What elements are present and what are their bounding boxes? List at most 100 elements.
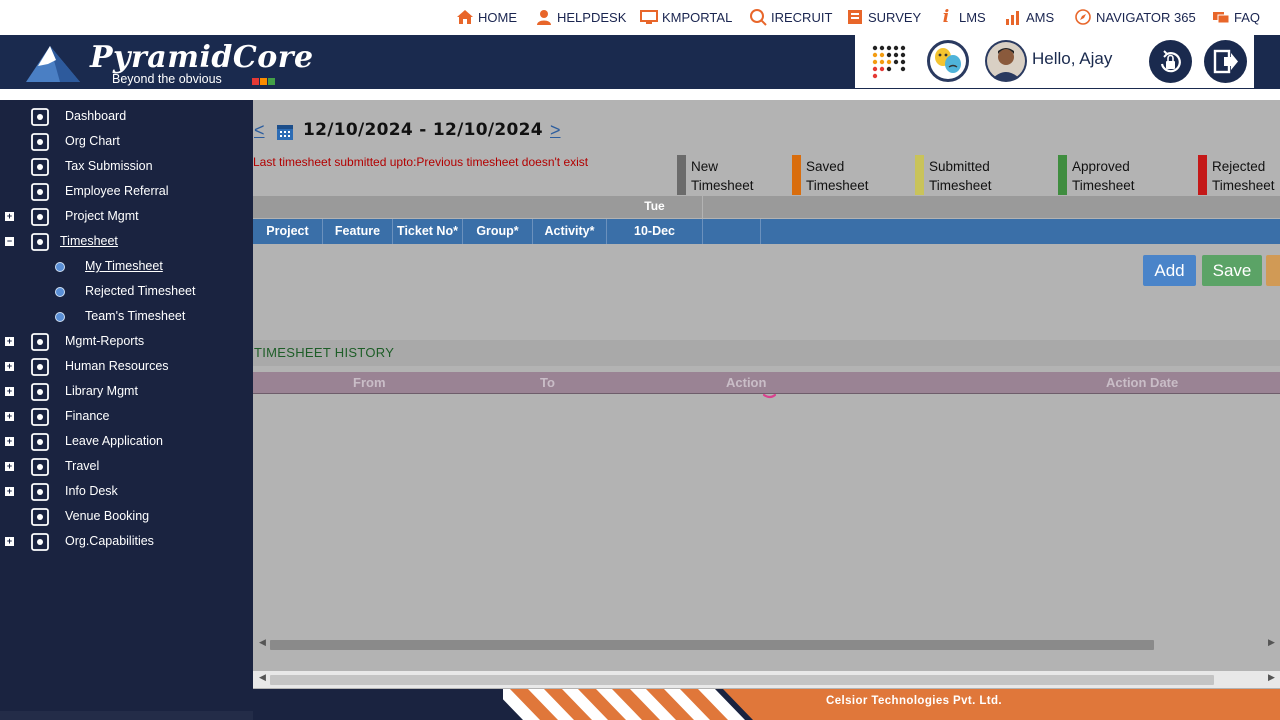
expand-icon[interactable]: + <box>5 387 14 396</box>
legend-label-line2: Timesheet <box>1072 178 1135 193</box>
sidebar-item-leave-application[interactable]: + Leave Application <box>0 430 253 454</box>
nav-home[interactable]: HOME <box>456 6 517 28</box>
expand-icon[interactable]: + <box>5 362 14 371</box>
timesheet-column-header: Project Feature Ticket No* Group* Activity* 1… <box>253 219 1280 244</box>
sidebar-item-org-chart[interactable]: Org Chart <box>0 130 253 154</box>
add-button[interactable]: Add <box>1143 255 1196 286</box>
sidebar-item-org-capabilities[interactable]: + Org.Capabilities <box>0 530 253 554</box>
nav-kmportal[interactable]: KMPORTAL <box>640 6 732 28</box>
expand-icon[interactable]: + <box>5 537 14 546</box>
change-password-button[interactable] <box>1149 40 1192 83</box>
sidebar-footer <box>0 711 253 720</box>
sidebar-item-tax-submission[interactable]: Tax Submission <box>0 155 253 179</box>
legend-label-line1: Approved <box>1072 159 1130 174</box>
column-header-10-dec[interactable]: 10-Dec <box>607 219 703 244</box>
calendar-icon[interactable] <box>276 122 294 146</box>
sidebar-subitem-my-timesheet[interactable]: My Timesheet <box>0 255 253 279</box>
logout-button[interactable] <box>1204 40 1247 83</box>
header-spacer <box>0 89 1280 100</box>
nav-helpdesk-label: HELPDESK <box>557 9 627 25</box>
logo-text: PyramidCore <box>90 40 314 75</box>
bullet-icon <box>55 262 65 272</box>
sidebar-item-project-mgmt[interactable]: + Project Mgmt <box>0 205 253 229</box>
legend-label-line1: Rejected <box>1212 159 1266 174</box>
history-column-to[interactable]: To <box>540 372 555 394</box>
timesheet-icon <box>29 232 51 252</box>
tax-icon <box>29 157 51 177</box>
lock-refresh-icon <box>1160 50 1181 73</box>
sidebar-item-label: Leave Application <box>65 434 163 448</box>
nav-ams[interactable]: AMS <box>1004 6 1054 28</box>
column-header-project[interactable]: Project <box>253 219 323 244</box>
sidebar-item-travel[interactable]: + Travel <box>0 455 253 479</box>
expand-icon[interactable]: + <box>5 487 14 496</box>
pyramid-logo-icon <box>26 46 80 82</box>
info-i-icon: i <box>942 7 950 27</box>
expand-icon[interactable]: + <box>5 212 14 221</box>
expand-icon[interactable]: + <box>5 412 14 421</box>
page-scroll-right-arrow-icon[interactable]: ▶ <box>1268 672 1275 683</box>
sidebar-item-venue-booking[interactable]: Venue Booking <box>0 505 253 529</box>
sidebar-subitem-rejected-timesheet[interactable]: Rejected Timesheet <box>0 280 253 304</box>
page-scroll-thumb[interactable] <box>270 675 1214 685</box>
sidebar-item-employee-referral[interactable]: Employee Referral <box>0 180 253 204</box>
save-button[interactable]: Save <box>1202 255 1262 286</box>
nav-helpdesk[interactable]: HELPDESK <box>535 6 626 28</box>
expand-icon[interactable]: + <box>5 437 14 446</box>
project-icon <box>29 207 51 227</box>
sidebar-item-human-resources[interactable]: + Human Resources <box>0 355 253 379</box>
column-header-activity-[interactable]: Activity* <box>533 219 607 244</box>
referral-icon <box>29 182 51 202</box>
expand-icon[interactable]: + <box>5 462 14 471</box>
sidebar-item-mgmt-reports[interactable]: + Mgmt-Reports <box>0 330 253 354</box>
avatar[interactable] <box>985 40 1027 82</box>
sidebar-item-label: Employee Referral <box>65 184 169 198</box>
prev-week-button[interactable]: < <box>254 120 265 141</box>
scroll-right-arrow-icon[interactable]: ▶ <box>1268 637 1275 648</box>
column-header-total <box>703 219 761 244</box>
nav-survey[interactable]: SURVEY <box>846 6 921 28</box>
nav-irecruit[interactable]: IRECRUIT <box>749 6 832 28</box>
history-column-action-date[interactable]: Action Date <box>1106 372 1178 394</box>
logo[interactable]: PyramidCore Beyond the obvious <box>16 38 313 88</box>
masks-icon[interactable] <box>927 40 969 82</box>
sidebar-item-library-mgmt[interactable]: + Library Mgmt <box>0 380 253 404</box>
day-label: Tue <box>607 196 703 218</box>
column-header-group-[interactable]: Group* <box>463 219 533 244</box>
sidebar: Dashboard Org Chart Tax Submission Employee… <box>0 100 253 720</box>
nav-navigator[interactable]: NAVIGATOR 365 <box>1074 6 1196 28</box>
sidebar-item-dashboard[interactable]: Dashboard <box>0 105 253 129</box>
collapse-icon[interactable]: − <box>5 237 14 246</box>
sidebar-item-label: Venue Booking <box>65 509 150 523</box>
sidebar-item-finance[interactable]: + Finance <box>0 405 253 429</box>
nav-faq[interactable]: FAQ <box>1212 6 1260 28</box>
nav-faq-label: FAQ <box>1234 9 1261 25</box>
column-header-feature[interactable]: Feature <box>323 219 393 244</box>
expand-icon[interactable]: + <box>5 337 14 346</box>
sidebar-item-label: Dashboard <box>65 109 127 123</box>
legend-label: Submitted Timesheet <box>929 157 992 195</box>
history-column-from[interactable]: From <box>353 372 386 394</box>
nav-lms[interactable]: i LMS <box>937 6 986 28</box>
compass-icon <box>1074 8 1092 26</box>
submit-button-partial[interactable] <box>1266 255 1280 286</box>
sidebar-item-info-desk[interactable]: + Info Desk <box>0 480 253 504</box>
nav-irecruit-label: IRECRUIT <box>771 9 833 25</box>
scroll-left-arrow-icon[interactable]: ◀ <box>259 637 266 648</box>
inner-horizontal-scrollbar[interactable]: ◀ ▶ <box>253 636 1280 653</box>
user-panel: Hello, Ajay <box>855 35 1254 88</box>
sidebar-item-label: Tax Submission <box>65 159 153 173</box>
inner-scroll-thumb[interactable] <box>270 640 1154 650</box>
legend-color-swatch <box>677 155 686 195</box>
sidebar-subitem-team-s-timesheet[interactable]: Team's Timesheet <box>0 305 253 329</box>
apps-grid-icon[interactable] <box>869 43 907 81</box>
sidebar-item-timesheet[interactable]: − Timesheet <box>0 230 253 254</box>
date-range: 12/10/2024 - 12/10/2024 <box>303 120 543 140</box>
column-header-ticket-no-[interactable]: Ticket No* <box>393 219 463 244</box>
next-week-button[interactable]: > <box>550 120 561 141</box>
nav-lms-label: LMS <box>959 9 986 25</box>
top-nav: HOME HELPDESK KMPORTAL IRECRUIT SURVEY i… <box>0 0 1280 35</box>
page-horizontal-scrollbar[interactable]: ◀ ▶ <box>253 671 1280 688</box>
page-scroll-left-arrow-icon[interactable]: ◀ <box>259 672 266 683</box>
logo-square-red <box>252 78 259 85</box>
